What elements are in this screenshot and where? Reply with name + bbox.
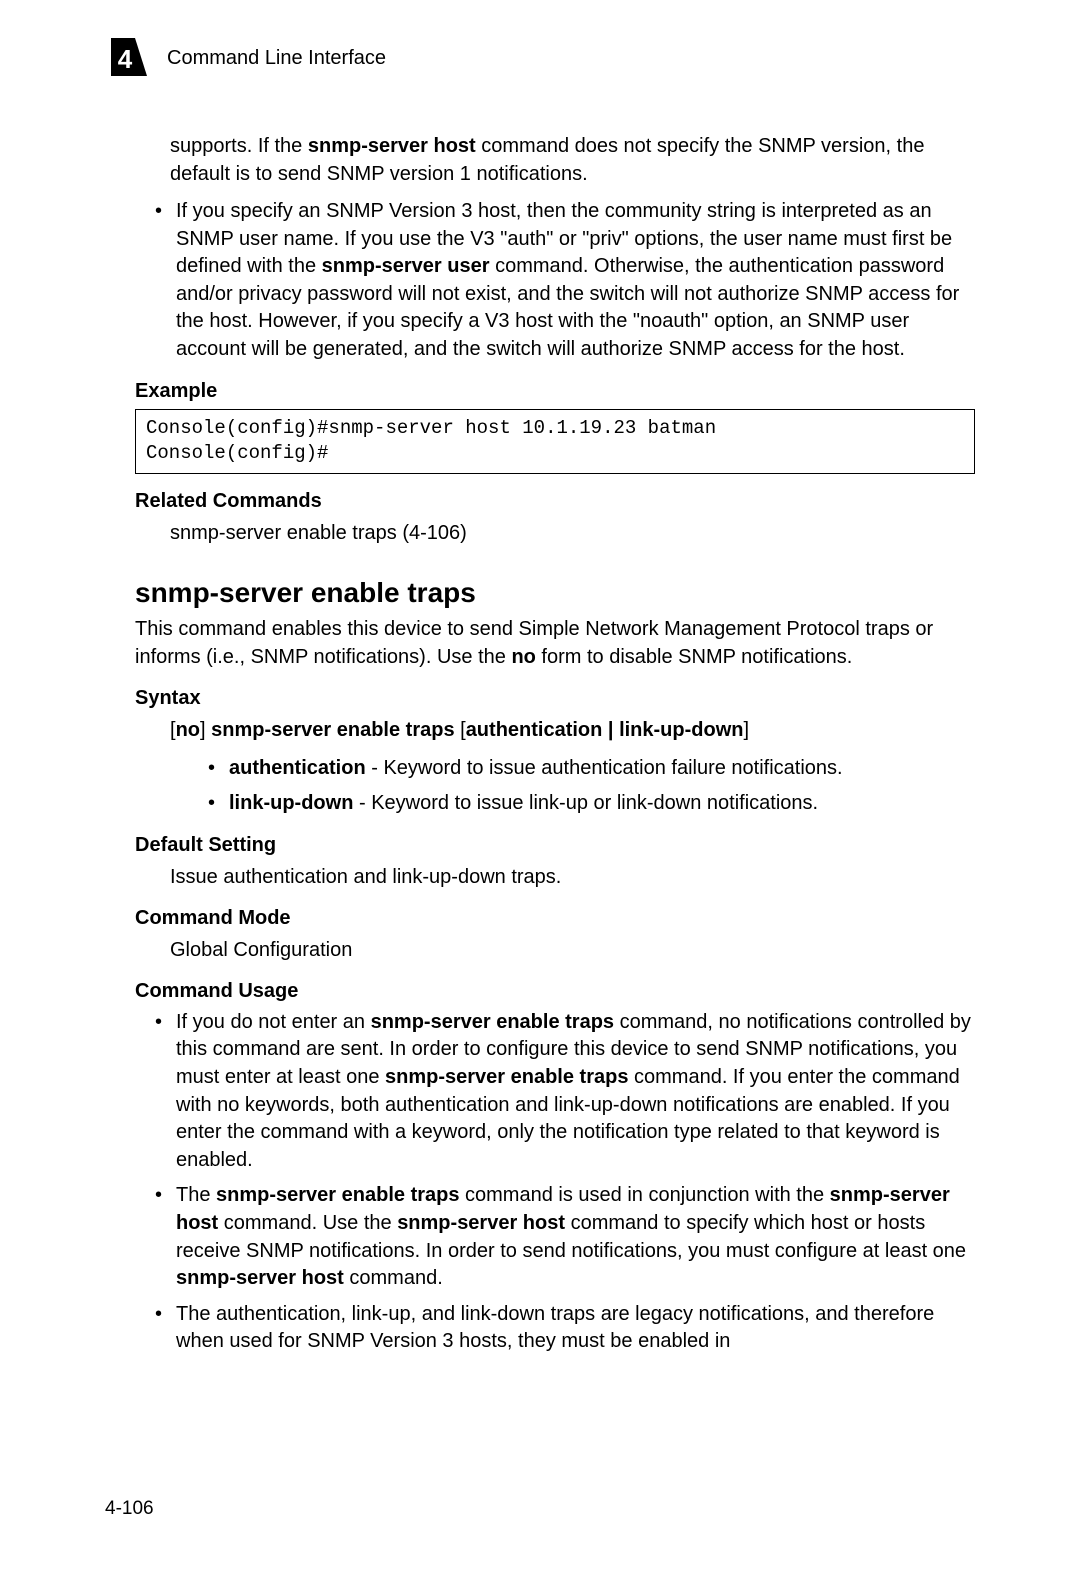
cmd-ref: snmp-server host xyxy=(397,1212,565,1234)
keyword: no xyxy=(176,719,200,741)
keyword: link-up-down xyxy=(229,792,353,814)
keyword: authentication | link-up-down xyxy=(466,719,744,741)
continuation-paragraph: supports. If the snmp-server host comman… xyxy=(170,132,975,188)
cmd-ref: snmp-server enable traps xyxy=(211,719,454,741)
syntax-option: link-up-down - Keyword to issue link-up … xyxy=(205,789,975,818)
page-number: 4-106 xyxy=(105,1498,154,1520)
usage-bullet: The snmp-server enable traps command is … xyxy=(152,1182,975,1292)
default-setting-label: Default Setting xyxy=(135,834,975,857)
related-commands-label: Related Commands xyxy=(135,490,975,513)
text: The xyxy=(176,1184,216,1206)
page-header: 4 Command Line Interface xyxy=(105,34,975,82)
command-description: This command enables this device to send… xyxy=(135,615,975,671)
text: If you do not enter an xyxy=(176,1011,371,1033)
command-title: snmp-server enable traps xyxy=(135,577,975,609)
usage-bullet: If you do not enter an snmp-server enabl… xyxy=(152,1009,975,1175)
command-mode-label: Command Mode xyxy=(135,907,975,930)
text: command is used in conjunction with the xyxy=(459,1184,829,1206)
related-command-text: snmp-server enable traps (4-106) xyxy=(170,519,975,547)
text: - Keyword to issue link-up or link-down … xyxy=(353,792,818,814)
keyword: no xyxy=(511,646,535,668)
keyword: authentication xyxy=(229,757,366,779)
cmd-ref: snmp-server enable traps xyxy=(216,1184,459,1206)
text: command. Use the xyxy=(218,1212,397,1234)
text: supports. If the xyxy=(170,135,308,157)
text: form to disable SNMP notifications. xyxy=(536,646,852,668)
header-title: Command Line Interface xyxy=(167,47,386,70)
text: [ xyxy=(455,719,466,741)
syntax-label: Syntax xyxy=(135,687,975,710)
example-label: Example xyxy=(135,380,975,403)
text: command. xyxy=(344,1267,443,1289)
default-setting-text: Issue authentication and link-up-down tr… xyxy=(170,863,975,891)
cmd-ref: snmp-server enable traps xyxy=(371,1011,614,1033)
command-usage-label: Command Usage xyxy=(135,980,975,1003)
text: ] xyxy=(743,719,749,741)
cmd-ref: snmp-server user xyxy=(322,255,490,277)
text: - Keyword to issue authentication failur… xyxy=(366,757,843,779)
cmd-ref: snmp-server host xyxy=(176,1267,344,1289)
syntax-option: authentication - Keyword to issue authen… xyxy=(205,754,975,783)
intro-bullet: If you specify an SNMP Version 3 host, t… xyxy=(152,198,975,364)
text: ] xyxy=(200,719,211,741)
chapter-number-icon: 4 xyxy=(105,34,153,82)
chapter-number: 4 xyxy=(118,44,133,74)
cmd-ref: snmp-server host xyxy=(308,135,476,157)
syntax-line: [no] snmp-server enable traps [authentic… xyxy=(170,716,975,744)
usage-bullet: The authentication, link-up, and link-do… xyxy=(152,1301,975,1356)
command-mode-text: Global Configuration xyxy=(170,936,975,964)
example-code-block: Console(config)#snmp-server host 10.1.19… xyxy=(135,409,975,474)
text: The authentication, link-up, and link-do… xyxy=(176,1303,934,1353)
cmd-ref: snmp-server enable traps xyxy=(385,1066,628,1088)
